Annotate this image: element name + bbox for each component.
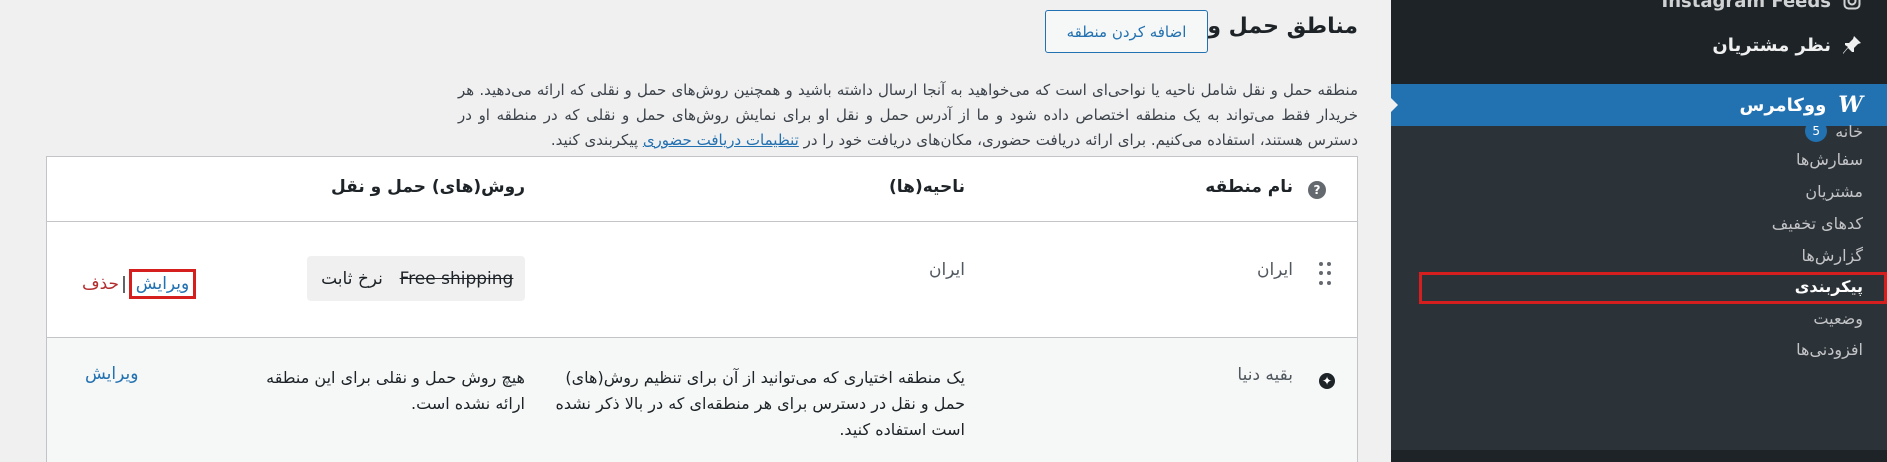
edit-zone-link[interactable]: ویرایش	[85, 364, 138, 384]
table-header: ? نام منطقه ناحیه(ها) روش(های) حمل و نقل	[47, 157, 1357, 222]
row-actions: ویرایش | حذف	[82, 269, 197, 299]
globe-icon: ✦	[1319, 373, 1335, 389]
action-separator: |	[121, 274, 127, 294]
sidebar-item-label: Instagram Feeds	[1661, 0, 1832, 12]
drag-handle-icon[interactable]	[1319, 262, 1331, 286]
method-free-shipping: Free shipping	[388, 256, 525, 301]
sidebar-item-label: ووکامرس	[1739, 94, 1827, 116]
add-zone-button[interactable]: اضافه کردن منطقه	[1045, 10, 1208, 53]
edit-zone-link[interactable]: ویرایش	[128, 269, 197, 299]
sidebar-bottom	[1391, 450, 1887, 462]
notification-badge: 5	[1805, 120, 1828, 142]
table-row: ✦ بقیه دنیا یک منطقه اختیاری که می‌توانی…	[47, 338, 1357, 462]
submenu-item-customers[interactable]: مشتریان	[1805, 182, 1863, 201]
submenu-item-reports[interactable]: گزارش‌ها	[1802, 246, 1863, 265]
submenu-item-extensions[interactable]: افزودنی‌ها	[1796, 340, 1863, 359]
zone-name: بقیه دنیا	[1237, 365, 1293, 385]
submenu-item-home[interactable]: خانه 5	[1805, 120, 1863, 142]
delete-zone-link[interactable]: حذف	[82, 274, 119, 294]
zone-regions: یک منطقه اختیاری که می‌توانید از آن برای…	[555, 368, 965, 439]
zone-name: ایران	[1256, 260, 1293, 280]
submenu-item-status[interactable]: وضعیت	[1813, 309, 1863, 328]
shipping-zones-table: ? نام منطقه ناحیه(ها) روش(های) حمل و نقل…	[46, 156, 1358, 462]
woocommerce-icon: W	[1838, 92, 1863, 118]
submenu-item-label: خانه	[1835, 121, 1863, 141]
sidebar-item-reviews[interactable]: نظر مشتریان	[1712, 34, 1863, 56]
help-icon[interactable]: ?	[1308, 181, 1326, 199]
settings-highlight-box	[1419, 272, 1887, 304]
pin-icon	[1841, 34, 1863, 56]
description: منطقه حمل و نقل شامل ناحیه یا نواحی‌ای ا…	[458, 78, 1358, 153]
zone-regions: ایران	[928, 260, 965, 280]
sidebar-item-label: نظر مشتریان	[1712, 34, 1831, 56]
submenu-item-coupons[interactable]: کدهای تخفیف	[1772, 214, 1863, 233]
instagram-icon	[1841, 0, 1863, 12]
main-content: مناطق حمل و نقل اضافه کردن منطقه منطقه ح…	[0, 0, 1391, 462]
column-regions: ناحیه(ها)	[889, 177, 965, 197]
submenu-item-orders[interactable]: سفارش‌ها	[1796, 150, 1863, 169]
admin-sidebar: Instagram Feeds نظر مشتریان W ووکامرس خا…	[1390, 0, 1887, 462]
table-row: ایران ایران Free shipping نرخ ثابت ویرای…	[47, 222, 1357, 338]
column-zone-name: نام منطقه	[1205, 177, 1293, 197]
local-pickup-settings-link[interactable]: تنظیمات دریافت حضوری	[643, 131, 799, 149]
column-methods: روش(های) حمل و نقل	[330, 177, 525, 197]
description-suffix: پیکربندی کنید.	[550, 131, 639, 149]
sidebar-item-instagram-feeds[interactable]: Instagram Feeds	[1662, 0, 1864, 12]
no-methods-text: هیچ روش حمل و نقلی برای این منطقه ارائه …	[266, 368, 525, 413]
method-flat-rate: نرخ ثابت	[307, 256, 397, 301]
